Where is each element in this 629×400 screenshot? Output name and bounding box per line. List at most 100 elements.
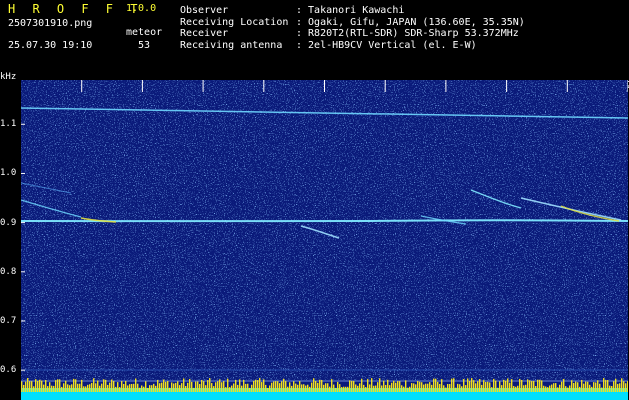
amplitude-bar: [241, 385, 243, 392]
amplitude-bar: [321, 379, 323, 392]
amplitude-bar: [275, 381, 277, 392]
amplitude-bar: [519, 378, 521, 392]
amplitude-bar: [89, 384, 91, 392]
amplitude-bar: [83, 386, 85, 392]
amplitude-bar: [173, 383, 175, 392]
amplitude-bar: [323, 384, 325, 392]
amplitude-bar: [235, 379, 237, 392]
amplitude-bar: [509, 382, 511, 392]
amplitude-bar: [111, 379, 113, 392]
amplitude-bar: [441, 379, 443, 392]
amplitude-bar: [489, 382, 491, 392]
amplitude-bar: [225, 387, 227, 392]
amplitude-bar: [415, 384, 417, 392]
amplitude-bar: [251, 384, 253, 392]
amplitude-bar: [219, 379, 221, 392]
amplitude-bar: [445, 387, 447, 392]
amplitude-bar: [357, 385, 359, 392]
amplitude-bar: [555, 383, 557, 392]
amplitude-bar: [525, 384, 527, 392]
amplitude-bar: [487, 381, 489, 392]
amplitude-bar: [329, 386, 331, 392]
amplitude-bar: [177, 381, 179, 392]
amplitude-bar: [293, 381, 295, 392]
amplitude-bar: [299, 381, 301, 392]
amplitude-bar: [333, 384, 335, 392]
amplitude-bar: [577, 382, 579, 392]
amplitude-bar: [579, 386, 581, 392]
amplitude-bar: [185, 385, 187, 392]
amplitude-bar: [133, 383, 135, 392]
app-title: H R O F F T: [8, 2, 143, 16]
amplitude-bar: [423, 384, 425, 392]
amplitude-bar: [291, 385, 293, 392]
amplitude-bar: [591, 386, 593, 392]
amplitude-bar: [141, 385, 143, 392]
amplitude-bar: [285, 381, 287, 392]
amplitude-bar: [135, 378, 137, 392]
amplitude-bar: [521, 380, 523, 392]
amplitude-bar: [35, 379, 37, 392]
amplitude-bar: [311, 382, 313, 392]
amplitude-bar: [473, 380, 475, 392]
y-tick-label: 1.0: [0, 168, 17, 179]
amplitude-bar: [155, 385, 157, 392]
amplitude-bar: [393, 380, 395, 392]
amplitude-bar: [383, 380, 385, 392]
amplitude-bar: [279, 383, 281, 392]
amplitude-bar: [539, 379, 541, 392]
amplitude-bar: [609, 385, 611, 392]
amplitude-bar: [595, 382, 597, 392]
info-label-receiver: Receiver: [180, 28, 229, 39]
amplitude-bar: [143, 386, 145, 392]
amplitude-bar: [409, 386, 411, 392]
amplitude-bar: [585, 381, 587, 392]
spectrogram-canvas: [21, 80, 628, 400]
amplitude-bar: [529, 380, 531, 392]
amplitude-bar: [499, 381, 501, 392]
amplitude-bar: [201, 379, 203, 392]
amplitude-bar: [101, 383, 103, 392]
y-tick-label: 0.6: [0, 365, 17, 376]
amplitude-bar: [283, 378, 285, 392]
amplitude-bar: [157, 379, 159, 392]
amplitude-bar: [619, 383, 621, 392]
amplitude-bar: [295, 383, 297, 392]
amplitude-bar: [603, 378, 605, 392]
amplitude-bar: [261, 382, 263, 392]
amplitude-bar: [327, 383, 329, 392]
amplitude-bar: [105, 379, 107, 392]
amplitude-bar: [263, 379, 265, 392]
amplitude-bar: [399, 381, 401, 392]
amplitude-bar: [243, 379, 245, 392]
amplitude-bar: [231, 385, 233, 392]
y-tick-label: 0.9: [0, 217, 17, 228]
amplitude-bar: [269, 385, 271, 392]
amplitude-bar: [137, 383, 139, 392]
amplitude-bar: [31, 381, 33, 392]
meteor-label: meteor: [126, 27, 163, 38]
amplitude-bar: [85, 386, 87, 392]
amplitude-bar: [531, 381, 533, 392]
amplitude-bar: [345, 386, 347, 392]
amplitude-bar: [307, 384, 309, 392]
amplitude-bar: [33, 386, 35, 392]
amplitude-bar: [479, 379, 481, 392]
amplitude-bar: [351, 380, 353, 392]
amplitude-bar: [37, 380, 39, 392]
amplitude-bar: [287, 386, 289, 392]
amplitude-bar: [553, 383, 555, 392]
amplitude-bar: [607, 380, 609, 392]
info-value-antenna: : 2el-HB9CV Vertical (el. E-W): [296, 39, 477, 51]
amplitude-bar: [337, 381, 339, 392]
amplitude-bar: [53, 385, 55, 392]
amplitude-bar: [481, 384, 483, 392]
meteor-count: 53: [138, 40, 151, 51]
amplitude-bar: [59, 379, 61, 392]
amplitude-bar: [223, 381, 225, 392]
amplitude-bar: [537, 379, 539, 392]
amplitude-bar: [455, 387, 457, 392]
amplitude-bar: [319, 379, 321, 392]
amplitude-bar: [81, 379, 83, 392]
amplitude-bar: [51, 385, 53, 392]
